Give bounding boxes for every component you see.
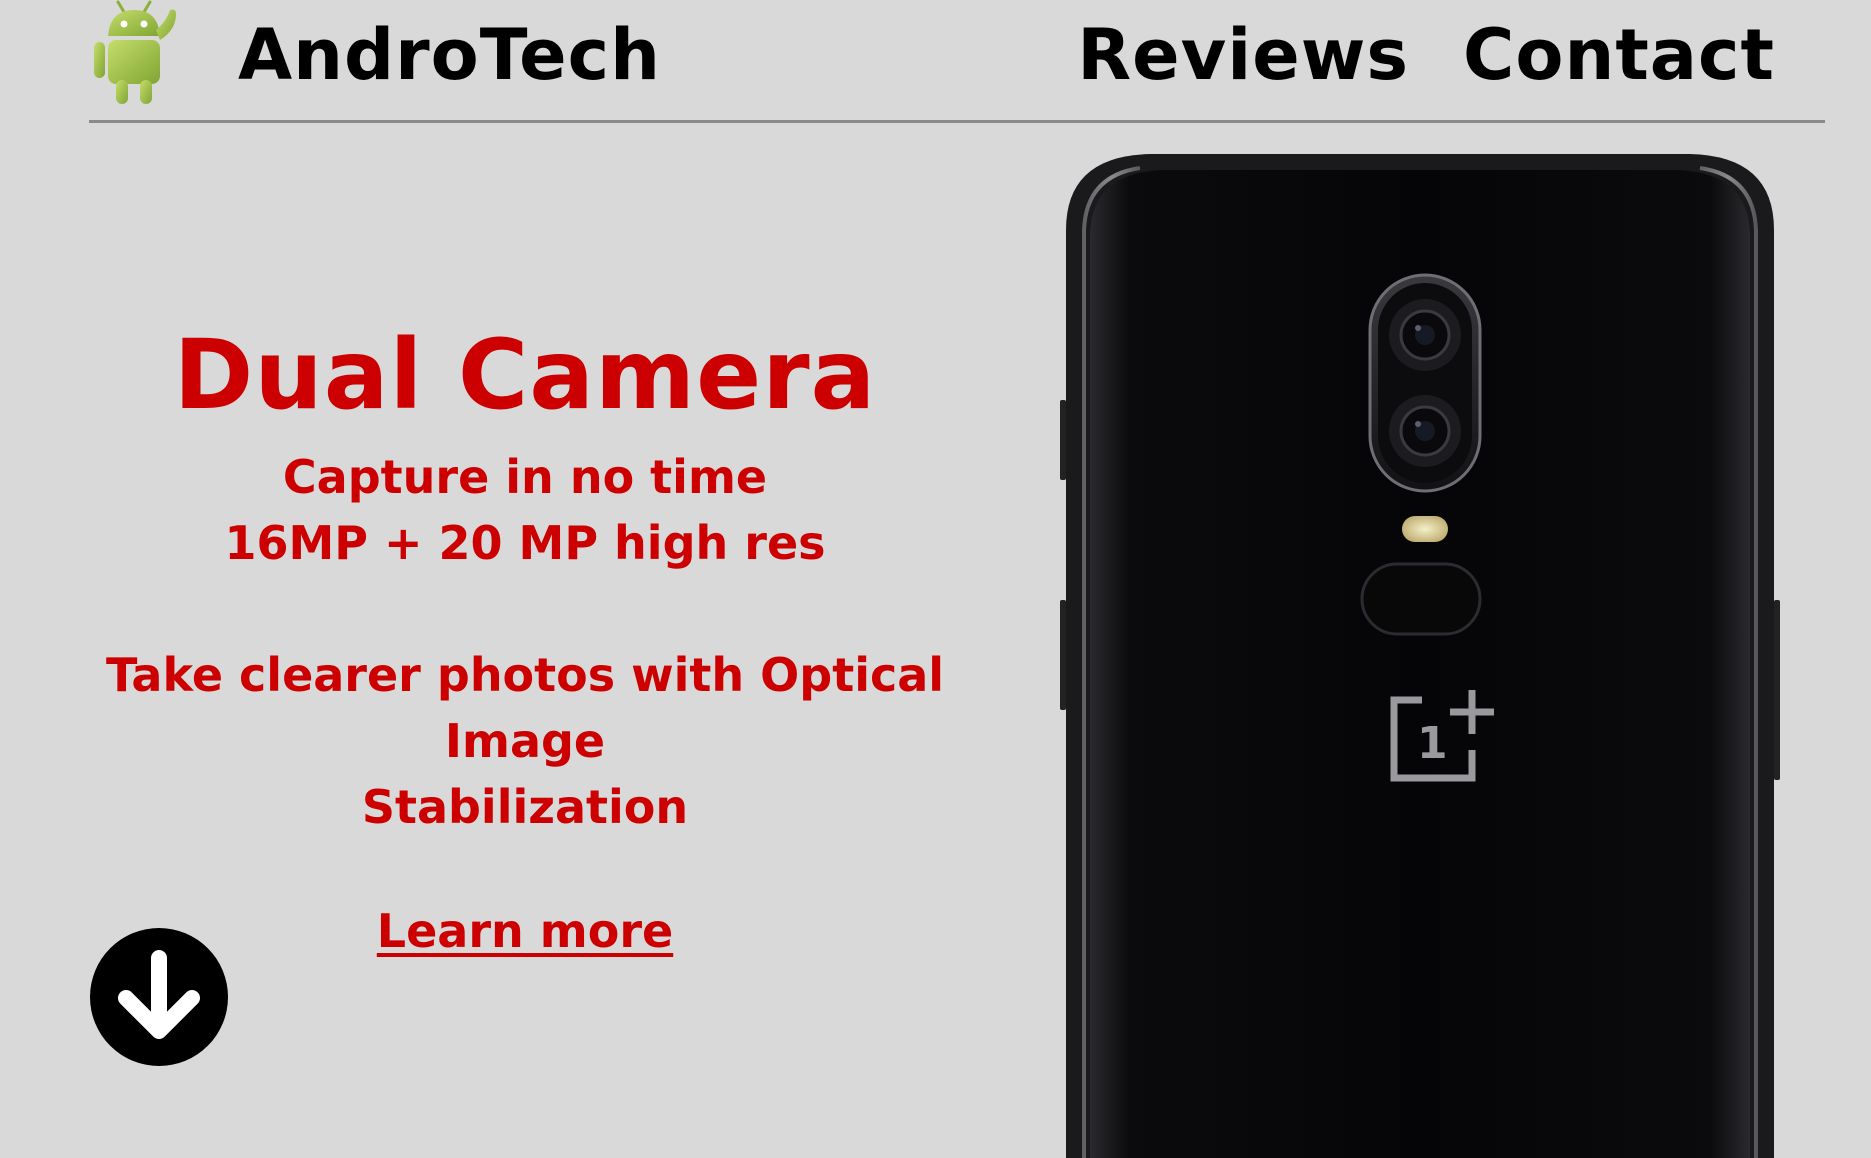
header-divider	[89, 120, 1825, 123]
brand-name[interactable]: AndroTech	[238, 10, 661, 100]
page: AndroTech Reviews Contact Dual Camera Ca…	[0, 0, 1871, 1158]
hero-subtitle-line1: Capture in no time	[282, 450, 768, 504]
site-header: AndroTech Reviews Contact	[0, 0, 1871, 123]
arrow-down-circle-icon[interactable]	[90, 928, 228, 1066]
nav-link-contact[interactable]: Contact	[1463, 10, 1775, 100]
hero-description: Take clearer photos with Optical Image S…	[40, 642, 1010, 840]
phone-product-image: 1	[1060, 154, 1780, 1158]
learn-more-link[interactable]: Learn more	[377, 904, 673, 958]
android-mascot-icon[interactable]	[80, 0, 192, 106]
hero-description-line2: Stabilization	[361, 780, 689, 834]
hero-description-line1: Take clearer photos with Optical Image	[105, 648, 945, 768]
hero-subtitle: Capture in no time 16MP + 20 MP high res	[40, 444, 1010, 576]
hero-title: Dual Camera	[173, 319, 877, 431]
hero-section: Dual Camera Capture in no time 16MP + 20…	[40, 320, 1010, 958]
nav-link-reviews[interactable]: Reviews	[1077, 10, 1409, 100]
hero-subtitle-line2: 16MP + 20 MP high res	[224, 516, 826, 570]
main-nav: Reviews Contact	[1077, 10, 1775, 100]
svg-text:1: 1	[1417, 718, 1448, 769]
